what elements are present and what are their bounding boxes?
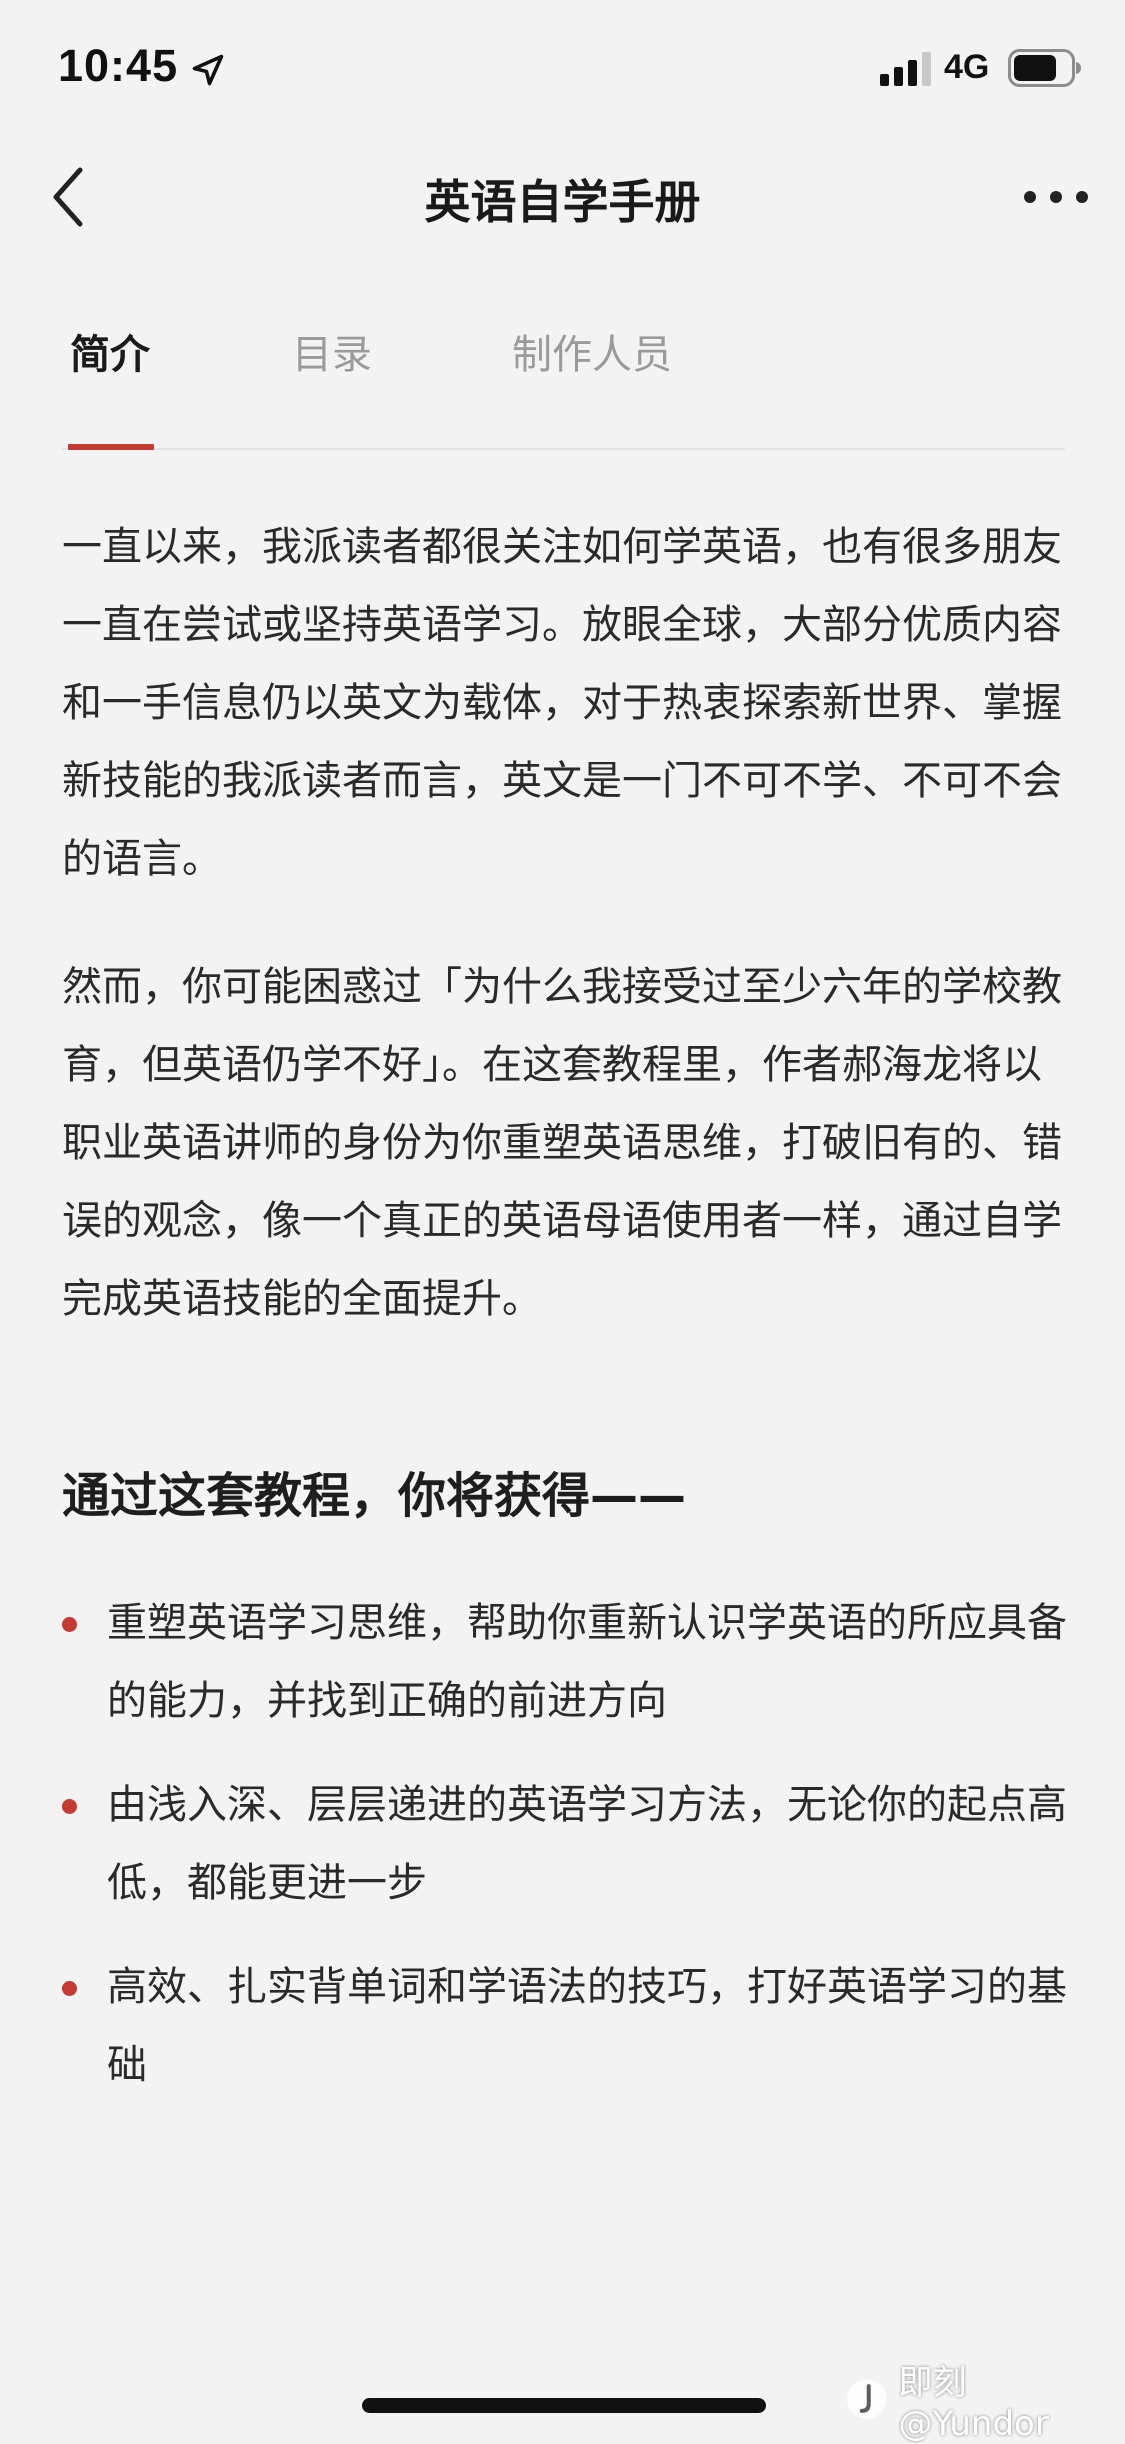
watermark: 即刻 @Yundor: [845, 2374, 1125, 2424]
tab-intro[interactable]: 简介: [70, 322, 150, 380]
cellular-signal-icon: [880, 52, 932, 86]
bullet-dot-icon: [62, 1617, 77, 1632]
page-title: 英语自学手册: [0, 166, 1125, 232]
status-bar: 10:45 4G: [0, 0, 1125, 132]
status-time: 10:45: [58, 40, 178, 92]
home-indicator[interactable]: [362, 2398, 766, 2413]
intro-paragraph: 然而，你可能困惑过「为什么我接受过至少六年的学校教育，但英语仍学不好」。在这套教…: [62, 948, 1067, 1338]
tab-credits[interactable]: 制作人员: [512, 322, 672, 380]
list-item: 重塑英语学习思维，帮助你重新认识学英语的所应具备的能力，并找到正确的前进方向: [62, 1584, 1067, 1740]
tab-bar: 简介 目录 制作人员: [62, 300, 1065, 450]
watermark-text: 即刻 @Yundor: [899, 2355, 1125, 2444]
tab-table-of-contents[interactable]: 目录: [292, 322, 372, 380]
section-heading: 通过这套教程，你将获得——: [62, 1456, 1067, 1536]
network-type: 4G: [944, 48, 989, 87]
list-item: 高效、扎实背单词和学语法的技巧，打好英语学习的基础: [62, 1948, 1067, 2104]
navigation-bar: 英语自学手册: [0, 132, 1125, 262]
location-arrow-icon: [190, 52, 226, 88]
active-tab-indicator: [68, 444, 154, 450]
bullet-dot-icon: [62, 1981, 77, 1996]
list-item-text: 高效、扎实背单词和学语法的技巧，打好英语学习的基础: [107, 1964, 1067, 2088]
intro-content: 一直以来，我派读者都很关注如何学英语，也有很多朋友一直在尝试或坚持英语学习。放眼…: [62, 508, 1067, 2104]
battery-icon: [1008, 49, 1082, 87]
list-item: 由浅入深、层层递进的英语学习方法，无论你的起点高低，都能更进一步: [62, 1766, 1067, 1922]
intro-paragraph: 一直以来，我派读者都很关注如何学英语，也有很多朋友一直在尝试或坚持英语学习。放眼…: [62, 508, 1067, 898]
list-item-text: 重塑英语学习思维，帮助你重新认识学英语的所应具备的能力，并找到正确的前进方向: [107, 1600, 1067, 1724]
bullet-dot-icon: [62, 1799, 77, 1814]
more-options-icon[interactable]: [1020, 172, 1092, 222]
benefits-list: 重塑英语学习思维，帮助你重新认识学英语的所应具备的能力，并找到正确的前进方向 由…: [62, 1584, 1067, 2104]
jike-logo-icon: [845, 2377, 889, 2421]
list-item-text: 由浅入深、层层递进的英语学习方法，无论你的起点高低，都能更进一步: [107, 1782, 1067, 1906]
